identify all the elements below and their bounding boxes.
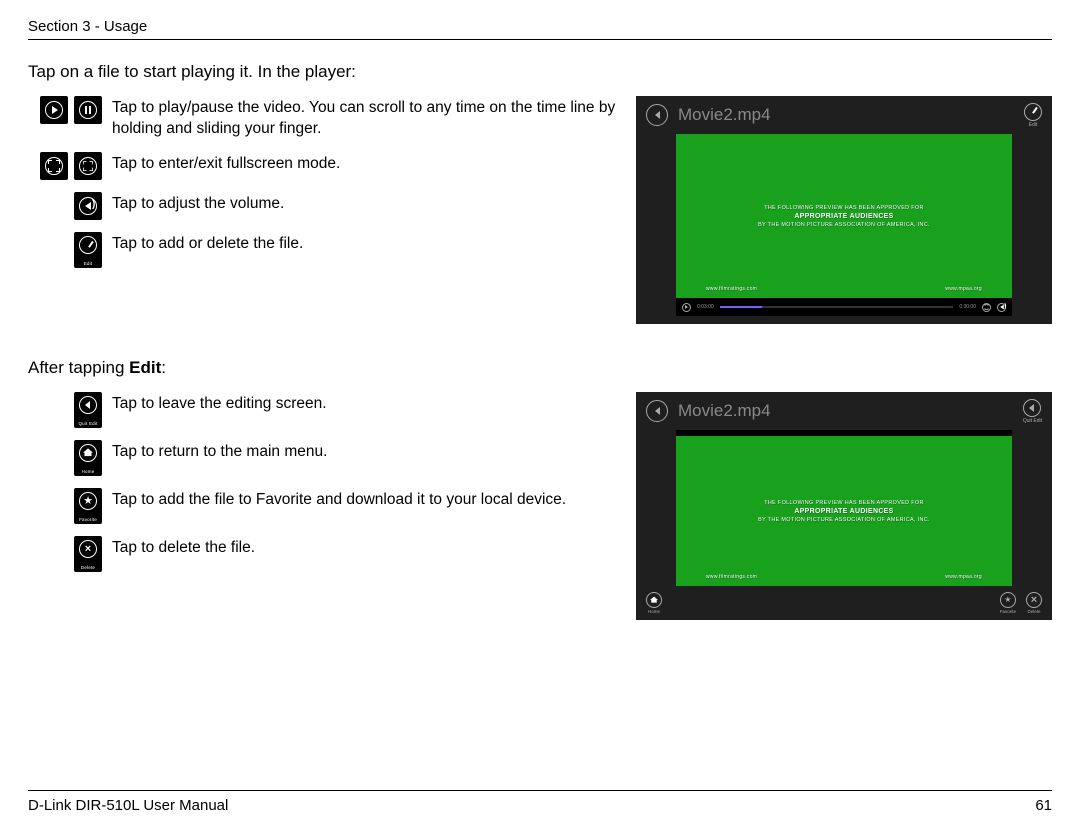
video-title: Movie2.mp4: [678, 401, 1013, 421]
section-player: Tap on a file to start playing it. In th…: [28, 62, 1052, 324]
fullscreen-button[interactable]: [982, 303, 991, 312]
legend-row-quitedit: Quit Edit Tap to leave the editing scree…: [28, 392, 616, 428]
preview-card: THE FOLLOWING PREVIEW HAS BEEN APPROVED …: [676, 134, 1012, 298]
legend-text: Tap to add or delete the file.: [112, 232, 616, 255]
back-icon[interactable]: [646, 400, 668, 422]
legend-row-delete: × Delete Tap to delete the file.: [28, 536, 616, 572]
play-button[interactable]: [682, 303, 691, 312]
timeline[interactable]: 0:03:00 0:30:00: [676, 298, 1012, 316]
progress-bar[interactable]: [720, 306, 954, 309]
section-label: Section 3 - Usage: [28, 18, 147, 35]
legend-row-fullscreen: Tap to enter/exit fullscreen mode.: [28, 152, 616, 180]
volume-icon: [74, 192, 102, 220]
legend-player: Tap to play/pause the video. You can scr…: [28, 96, 616, 280]
preview-card: THE FOLLOWING PREVIEW HAS BEEN APPROVED …: [676, 436, 1012, 586]
section-edit: After tapping Edit: Quit Edit Tap to lea…: [28, 358, 1052, 620]
page-number: 61: [1035, 797, 1052, 814]
legend-text: Tap to play/pause the video. You can scr…: [112, 96, 616, 140]
section1-title: Tap on a file to start playing it. In th…: [28, 62, 1052, 82]
favorite-button[interactable]: ★ Favorite: [1000, 592, 1016, 614]
screenshot-player: Movie2.mp4 Edit THE FOLLOWING PREVIEW HA…: [636, 96, 1052, 324]
legend-row-playpause: Tap to play/pause the video. You can scr…: [28, 96, 616, 140]
footer-title: D-Link DIR-510L User Manual: [28, 797, 228, 814]
legend-text: Tap to return to the main menu.: [112, 440, 616, 463]
screenshot-edit: Movie2.mp4 Quit Edit THE FOLLOWING PREVI…: [636, 392, 1052, 620]
fullscreen-enter-icon: [40, 152, 68, 180]
favorite-icon: ★ Favorite: [74, 488, 102, 524]
video-title: Movie2.mp4: [678, 105, 1014, 125]
section2-title: After tapping Edit:: [28, 358, 1052, 378]
page-header: Section 3 - Usage: [28, 18, 1052, 40]
page-footer: D-Link DIR-510L User Manual 61: [28, 790, 1052, 814]
legend-text: Tap to leave the editing screen.: [112, 392, 616, 415]
back-icon[interactable]: [646, 104, 668, 126]
home-button[interactable]: Home: [646, 592, 662, 614]
delete-button[interactable]: × Delete: [1026, 592, 1042, 614]
quit-edit-button[interactable]: Quit Edit: [1023, 399, 1042, 424]
edit-icon: Edit: [74, 232, 102, 268]
edit-button[interactable]: Edit: [1024, 103, 1042, 128]
legend-text: Tap to adjust the volume.: [112, 192, 616, 215]
legend-text: Tap to add the file to Favorite and down…: [112, 488, 616, 511]
legend-row-volume: Tap to adjust the volume.: [28, 192, 616, 220]
legend-text: Tap to enter/exit fullscreen mode.: [112, 152, 616, 175]
legend-row-home: Home Tap to return to the main menu.: [28, 440, 616, 476]
fullscreen-exit-icon: [74, 152, 102, 180]
quit-edit-icon: Quit Edit: [74, 392, 102, 428]
volume-button[interactable]: [997, 303, 1006, 312]
legend-edit: Quit Edit Tap to leave the editing scree…: [28, 392, 616, 584]
home-icon: Home: [74, 440, 102, 476]
legend-row-favorite: ★ Favorite Tap to add the file to Favori…: [28, 488, 616, 524]
pause-icon: [74, 96, 102, 124]
legend-row-edit: Edit Tap to add or delete the file.: [28, 232, 616, 268]
play-icon: [40, 96, 68, 124]
legend-text: Tap to delete the file.: [112, 536, 616, 559]
delete-icon: × Delete: [74, 536, 102, 572]
